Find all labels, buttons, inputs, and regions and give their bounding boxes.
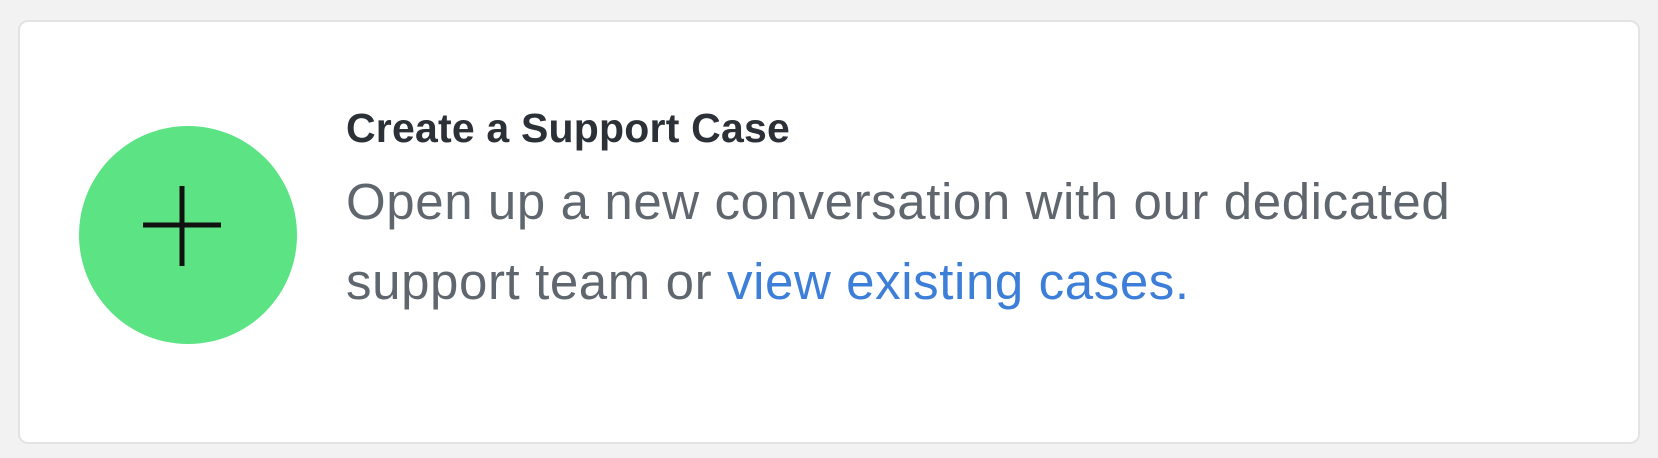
card-title: Create a Support Case (346, 105, 790, 151)
create-case-button[interactable] (79, 126, 297, 344)
card-description: Open up a new conversation with our dedi… (346, 162, 1456, 322)
plus-icon (143, 186, 221, 266)
card-text: Create a Support Case Open up a new conv… (346, 100, 1456, 322)
support-case-card: Create a Support Case Open up a new conv… (18, 20, 1640, 444)
view-existing-cases-link[interactable]: view existing cases. (727, 253, 1190, 310)
